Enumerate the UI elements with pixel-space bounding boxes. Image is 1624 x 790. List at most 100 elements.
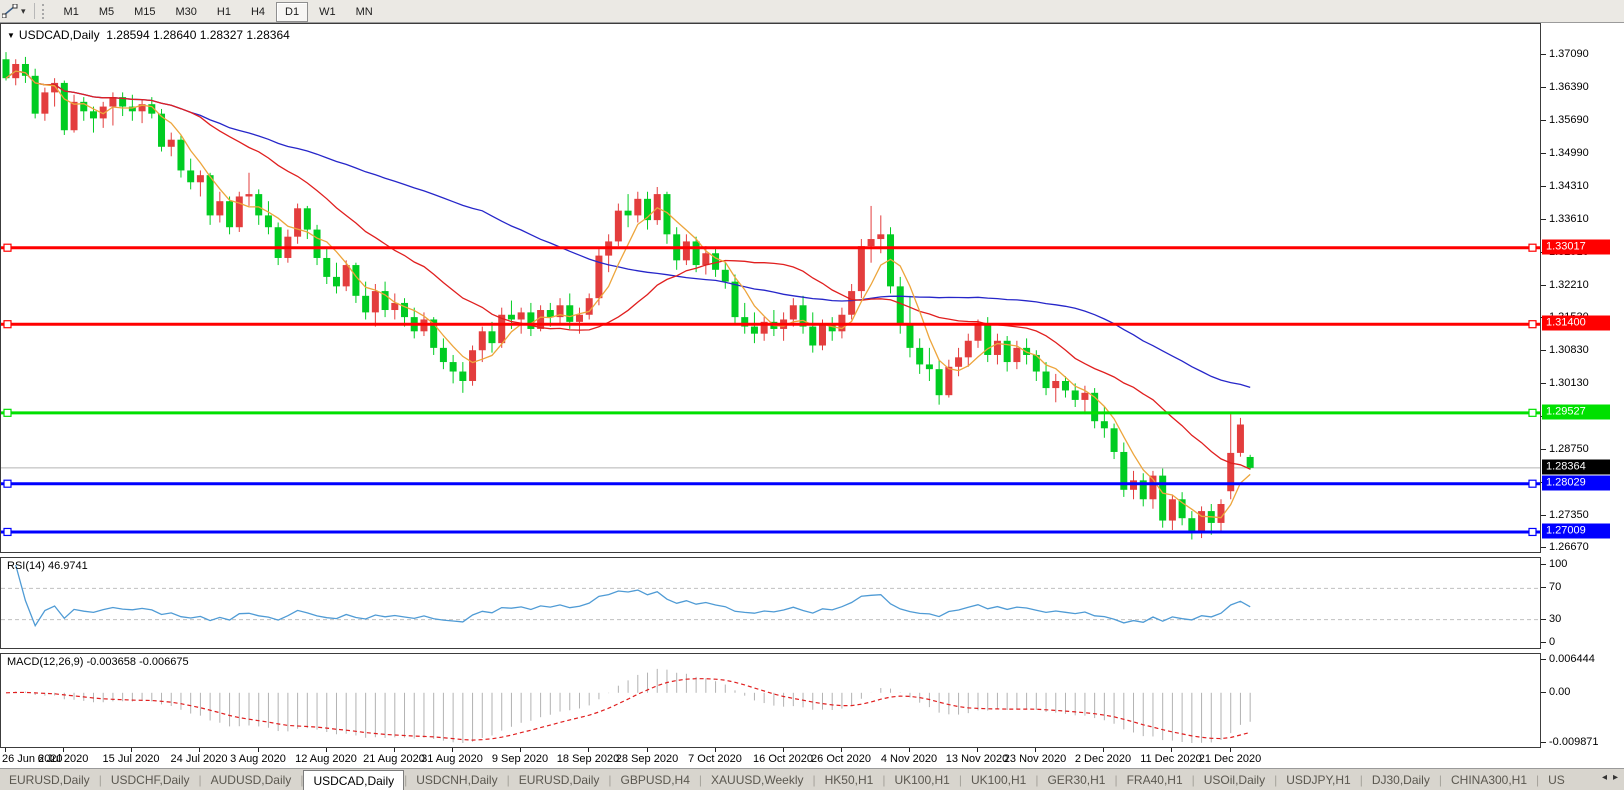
chart-tab-us[interactable]: US (1539, 773, 1574, 787)
candle-body (187, 170, 194, 182)
candle-body (469, 350, 476, 381)
chart-tab-dj30-daily[interactable]: DJ30,Daily (1363, 773, 1439, 787)
timeframe-button-m1[interactable]: M1 (55, 2, 88, 22)
timeframe-button-m15[interactable]: M15 (125, 2, 164, 22)
chart-tab-usdjpy-h1[interactable]: USDJPY,H1 (1277, 773, 1359, 787)
chart-tab-usdcad-daily[interactable]: USDCAD,Daily (303, 770, 404, 790)
date-tick-label: 26 Oct 2020 (811, 753, 871, 765)
price-level-chip[interactable]: 1.33017 (1542, 240, 1610, 255)
chart-tab-gbpusd-h4[interactable]: GBPUSD,H4 (612, 773, 699, 787)
chart-tab-usdchf-daily[interactable]: USDCHF,Daily (102, 773, 199, 787)
price-level-chip[interactable]: 1.29527 (1542, 405, 1610, 420)
price-level-chip[interactable]: 1.28029 (1542, 476, 1610, 491)
chart-tab-usdcnh-daily[interactable]: USDCNH,Daily (407, 773, 506, 787)
timeframe-button-m5[interactable]: M5 (90, 2, 123, 22)
candle-body (1043, 372, 1050, 389)
date-tick-mark (715, 748, 716, 752)
line-drag-handle[interactable] (4, 409, 11, 416)
line-drag-handle[interactable] (1529, 480, 1536, 487)
chart-tab-fra40-h1[interactable]: FRA40,H1 (1118, 773, 1192, 787)
candle-body (683, 241, 690, 260)
price-level-chip[interactable]: 1.31400 (1542, 316, 1610, 331)
tab-scroll-right-icon[interactable]: ▸ (1613, 772, 1618, 783)
chart-tab-uk100-h1[interactable]: UK100,H1 (962, 773, 1035, 787)
date-tick-mark (841, 748, 842, 752)
tab-scroll-left-icon[interactable]: ◂ (1602, 772, 1607, 783)
line-drag-handle[interactable] (4, 480, 11, 487)
chart-tab-eurusd-daily[interactable]: EURUSD,Daily (0, 773, 99, 787)
chart-tab-audusd-daily[interactable]: AUDUSD,Daily (202, 773, 301, 787)
symbol-label: USDCAD,Daily (19, 28, 100, 42)
candle-body (1072, 390, 1079, 399)
chart-tab-china300-h1[interactable]: CHINA300,H1 (1442, 773, 1536, 787)
rsi-tick-label: 0 (1549, 636, 1555, 648)
dropdown-arrow-icon[interactable]: ▾ (21, 6, 26, 17)
line-drag-handle[interactable] (1529, 244, 1536, 251)
price-level-chip[interactable]: 1.27009 (1542, 524, 1610, 539)
price-tick-label: 1.34310 (1549, 180, 1589, 192)
price-tick-label: 1.26670 (1549, 541, 1589, 553)
price-tick-mark (1541, 285, 1546, 286)
toolbar-grip-handle[interactable] (42, 4, 48, 19)
chart-tab-eurusd-daily[interactable]: EURUSD,Daily (510, 773, 609, 787)
chart-tab-xauusd-weekly[interactable]: XAUUSD,Weekly (702, 773, 812, 787)
timeframe-button-m30[interactable]: M30 (167, 2, 206, 22)
rsi-pane[interactable] (0, 557, 1541, 649)
timeframe-button-mn[interactable]: MN (347, 2, 382, 22)
candle-body (955, 357, 962, 366)
price-tick-mark (1541, 350, 1546, 351)
candle-body (450, 362, 457, 371)
chart-tab-uk100-h1[interactable]: UK100,H1 (885, 773, 958, 787)
candle-body (323, 258, 330, 277)
macd-label: MACD(12,26,9) -0.003658 -0.006675 (7, 656, 189, 668)
timeframe-button-w1[interactable]: W1 (310, 2, 345, 22)
date-tick-label: 12 Aug 2020 (295, 753, 357, 765)
candle-body (440, 348, 447, 362)
line-drag-handle[interactable] (4, 528, 11, 535)
moving-average-line-20 (6, 71, 1250, 469)
date-tick-label: 15 Jul 2020 (103, 753, 160, 765)
date-tick-label: 28 Sep 2020 (616, 753, 678, 765)
candle-body (343, 265, 350, 286)
candle-body (1101, 421, 1108, 428)
chart-tab-ger30-h1[interactable]: GER30,H1 (1038, 773, 1114, 787)
price-chart-pane[interactable] (0, 23, 1541, 553)
date-tick-label: 2 Dec 2020 (1075, 753, 1131, 765)
timeframe-button-d1[interactable]: D1 (276, 2, 308, 22)
timeframe-button-h1[interactable]: H1 (208, 2, 240, 22)
chart-tab-usoil-daily[interactable]: USOil,Daily (1195, 773, 1274, 787)
ohlc-readout: 1.28594 1.28640 1.28327 1.28364 (106, 28, 290, 42)
price-tick-label: 1.35690 (1549, 114, 1589, 126)
candle-body (372, 291, 379, 312)
line-drag-handle[interactable] (1529, 409, 1536, 416)
candle-body (207, 175, 214, 215)
date-tick-mark (1171, 748, 1172, 752)
timeframe-button-h4[interactable]: H4 (242, 2, 274, 22)
rsi-label: RSI(14) 46.9741 (7, 560, 88, 572)
chart-title: ▼USDCAD,Daily 1.28594 1.28640 1.28327 1.… (7, 28, 290, 42)
line-drag-handle[interactable] (1529, 321, 1536, 328)
macd-tick-label: 0.00 (1549, 686, 1570, 698)
candle-body (177, 140, 184, 171)
date-tick-mark (1035, 748, 1036, 752)
price-tick-mark (1541, 219, 1546, 220)
line-drag-handle[interactable] (4, 321, 11, 328)
line-tool-button[interactable]: ▾ (0, 0, 30, 22)
line-drag-handle[interactable] (1529, 528, 1536, 535)
candle-body (1237, 425, 1244, 453)
candle-body (304, 208, 311, 229)
candle-body (897, 286, 904, 324)
date-tick-label: 9 Sep 2020 (492, 753, 548, 765)
candle-body (41, 92, 48, 113)
candle-body (547, 310, 554, 317)
rsi-tick-mark (1541, 564, 1546, 565)
candle-body (362, 296, 369, 313)
line-drag-handle[interactable] (4, 244, 11, 251)
macd-pane[interactable] (0, 653, 1541, 748)
date-tick-mark (1103, 748, 1104, 752)
candle-body (1013, 348, 1020, 362)
candle-body (906, 324, 913, 348)
candle-body (3, 59, 10, 78)
chart-tab-hk50-h1[interactable]: HK50,H1 (816, 773, 883, 787)
candle-body (809, 327, 816, 346)
